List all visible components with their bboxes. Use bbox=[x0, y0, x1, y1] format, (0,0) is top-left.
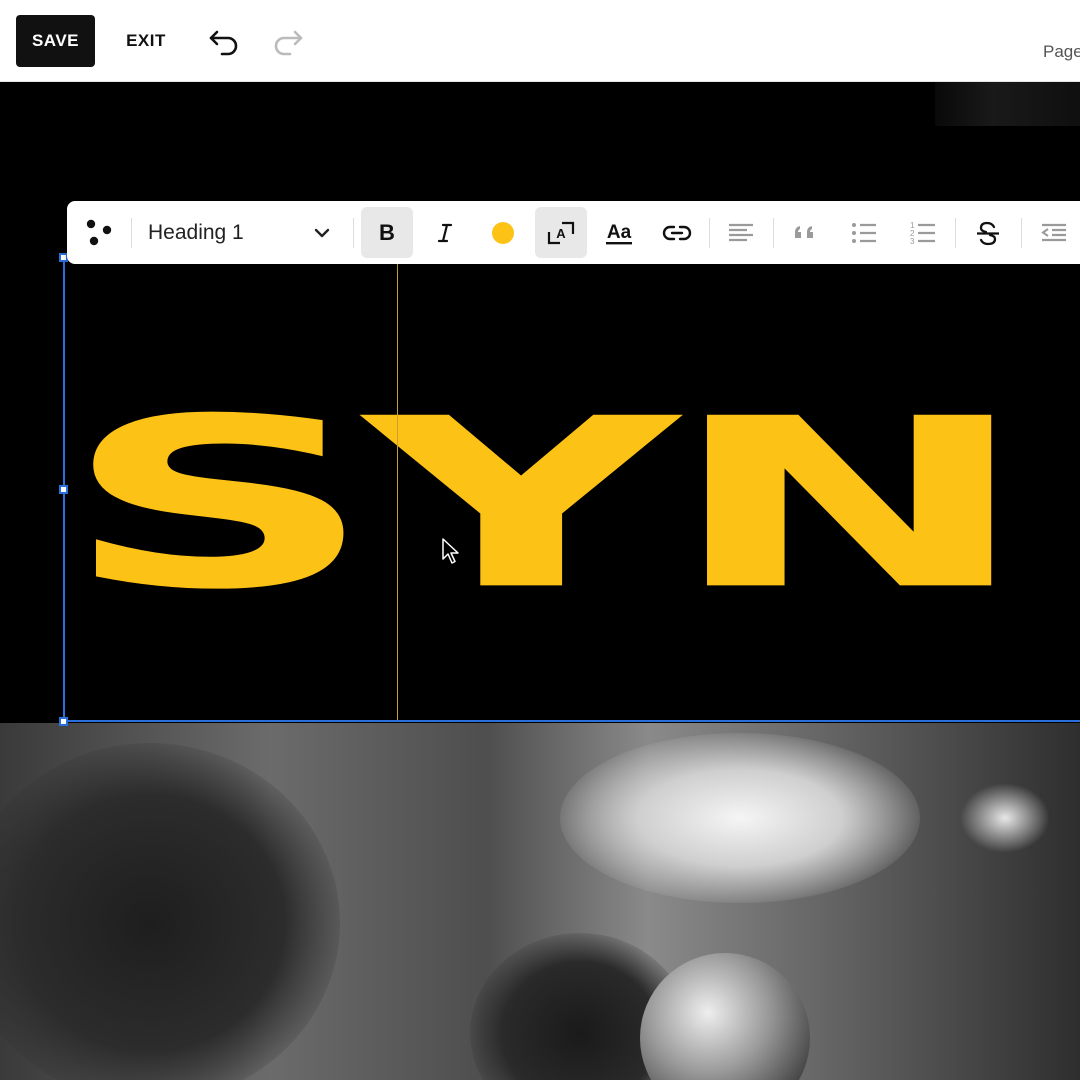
redo-button[interactable] bbox=[268, 22, 308, 62]
bulleted-list-icon bbox=[852, 222, 876, 243]
toolbar-divider bbox=[955, 218, 956, 248]
svg-text:A: A bbox=[556, 226, 566, 241]
font-button[interactable]: Aa bbox=[593, 207, 645, 258]
toolbar-divider bbox=[353, 218, 354, 248]
text-style-label[interactable]: Heading 1 bbox=[148, 221, 244, 245]
background-photo bbox=[0, 723, 1080, 1080]
outdent-icon bbox=[1041, 223, 1066, 241]
italic-button[interactable] bbox=[419, 207, 471, 258]
block-options-button[interactable] bbox=[75, 207, 123, 258]
align-button[interactable] bbox=[717, 207, 765, 258]
undo-icon bbox=[209, 30, 238, 56]
svg-text:3: 3 bbox=[910, 237, 915, 246]
alignment-guide bbox=[397, 262, 398, 720]
link-icon bbox=[662, 225, 692, 240]
photo-light-spot bbox=[960, 783, 1050, 853]
toolbar-divider bbox=[709, 218, 710, 248]
blockquote-icon bbox=[795, 225, 813, 238]
photo-figure-arm bbox=[0, 743, 340, 1080]
text-size-button[interactable]: A bbox=[535, 207, 587, 258]
bold-button[interactable]: B bbox=[361, 207, 413, 258]
redo-icon bbox=[274, 30, 303, 56]
undo-button[interactable] bbox=[204, 22, 244, 62]
exit-button[interactable]: EXIT bbox=[118, 15, 174, 67]
link-button[interactable] bbox=[651, 207, 703, 258]
toolbar-divider bbox=[131, 218, 132, 248]
strikethrough-icon bbox=[977, 221, 999, 245]
numbered-list-icon: 1 2 3 bbox=[910, 221, 935, 246]
svg-text:Aa: Aa bbox=[607, 222, 632, 243]
text-format-toolbar: Heading 1 B A Aa 1 2 3 bbox=[67, 201, 1080, 264]
resize-handle-bottom-left[interactable] bbox=[59, 717, 68, 726]
editor-topbar: SAVE EXIT Page bbox=[0, 0, 1080, 82]
bulleted-list-button[interactable] bbox=[839, 207, 889, 258]
background-photo-corner bbox=[935, 82, 1080, 126]
outdent-button[interactable] bbox=[1029, 207, 1079, 258]
save-button[interactable]: SAVE bbox=[16, 15, 95, 67]
text-size-icon: A bbox=[547, 221, 575, 244]
pages-link[interactable]: Page bbox=[1043, 42, 1080, 62]
photo-light-fixture bbox=[560, 733, 920, 903]
blockquote-button[interactable] bbox=[781, 207, 831, 258]
text-color-icon bbox=[492, 221, 514, 244]
bold-icon: B bbox=[379, 221, 395, 245]
font-icon: Aa bbox=[606, 222, 632, 244]
text-style-dropdown[interactable] bbox=[305, 207, 339, 258]
svg-text:B: B bbox=[379, 221, 395, 245]
hero-heading[interactable]: SYN bbox=[62, 388, 1031, 622]
italic-icon bbox=[437, 223, 453, 242]
resize-handle-left[interactable] bbox=[59, 485, 68, 494]
toolbar-divider bbox=[773, 218, 774, 248]
numbered-list-button[interactable]: 1 2 3 bbox=[897, 207, 947, 258]
mouse-cursor-icon bbox=[442, 538, 459, 564]
align-left-icon bbox=[729, 223, 753, 241]
toolbar-divider bbox=[1021, 218, 1022, 248]
chevron-down-icon bbox=[314, 228, 330, 237]
brand-dots-icon bbox=[86, 219, 112, 245]
text-color-button[interactable] bbox=[477, 207, 529, 258]
strikethrough-button[interactable] bbox=[963, 207, 1013, 258]
